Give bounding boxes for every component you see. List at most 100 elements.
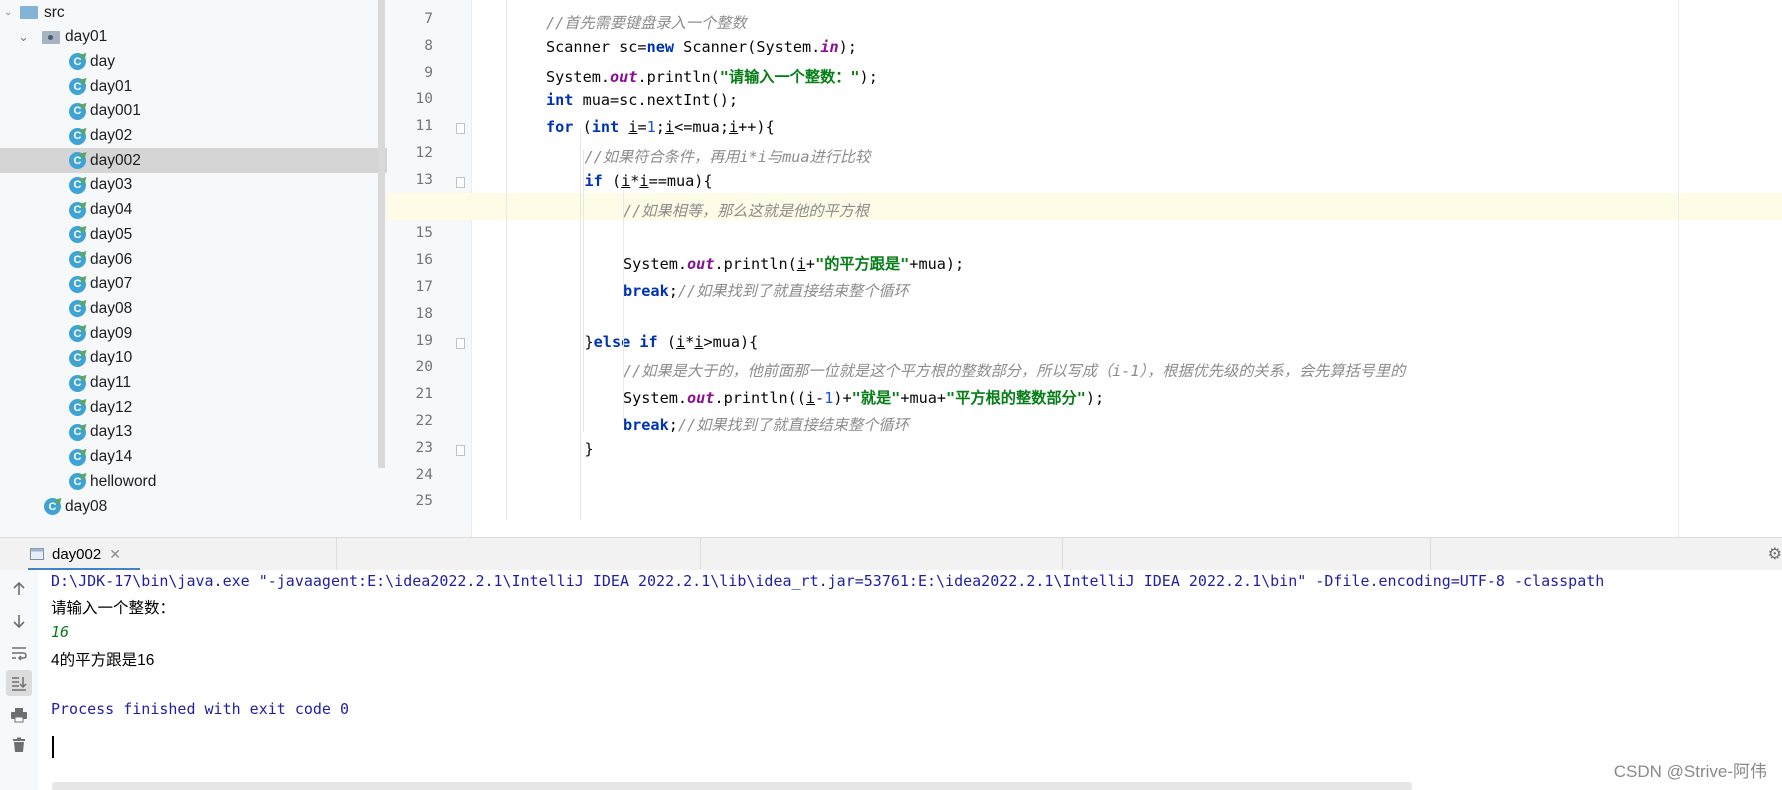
code-token: out	[687, 255, 715, 274]
code-text: //如果是大于的，他前面那一位就是这个平方根的整数部分，所以写成（i-1），根据…	[623, 359, 1405, 381]
chevron-down-icon[interactable]: ⌄	[4, 7, 14, 18]
scroll-to-end-icon[interactable]	[6, 670, 32, 696]
java-class-icon: C	[69, 226, 86, 244]
code-token: else if	[593, 332, 658, 351]
tree-item-src[interactable]: ⌄ src	[0, 0, 387, 25]
java-class-icon: C	[69, 300, 86, 318]
code-token: );	[1085, 389, 1105, 408]
close-icon[interactable]: ✕	[109, 546, 121, 563]
indent-guide	[580, 130, 581, 520]
tree-item-day07[interactable]: Cday07	[0, 272, 387, 297]
tree-item-day11[interactable]: Cday11	[0, 371, 387, 396]
tree-item-day03[interactable]: Cday03	[0, 173, 387, 198]
run-tab-label: day002	[52, 545, 102, 563]
code-text: break;//如果找到了就直接结束整个循环	[623, 413, 909, 435]
code-line[interactable]	[387, 407, 1782, 434]
code-token: if	[584, 171, 603, 190]
run-tab-day002[interactable]: day002 ✕	[22, 538, 129, 570]
code-token: "就是"	[851, 389, 901, 408]
code-token: i	[728, 118, 739, 137]
code-token: .println((	[714, 389, 806, 408]
code-token: out	[610, 67, 638, 86]
console-icon	[30, 548, 44, 560]
code-line[interactable]	[387, 461, 1782, 488]
code-token: break	[623, 416, 669, 434]
tree-item-label: day02	[90, 127, 133, 144]
java-class-icon: C	[69, 53, 86, 71]
tree-item-day14[interactable]: Cday14	[0, 445, 387, 470]
tree-item-label: day002	[90, 151, 141, 169]
code-token: i	[621, 171, 631, 190]
watermark: CSDN @Strive-阿伟	[1613, 762, 1767, 781]
tree-item-day02[interactable]: Cday02	[0, 124, 387, 149]
tab-separator	[1430, 538, 1431, 570]
indent-guide	[506, 0, 507, 520]
console-output[interactable]: D:\JDK-17\bin\java.exe "-javaagent:E:\id…	[38, 570, 1782, 790]
code-token: ;	[668, 282, 678, 300]
chevron-down-icon[interactable]: ⌄	[18, 29, 32, 45]
code-editor[interactable]: 78910111213141516171819202122232425 //首先…	[387, 0, 1782, 537]
code-token: i	[805, 389, 816, 408]
tree-item-label: day04	[90, 201, 133, 219]
tree-item-day002[interactable]: Cday002	[0, 148, 387, 174]
code-token: //首先需要键盘录入一个整数	[546, 14, 747, 32]
code-token: "请输入一个整数："	[719, 67, 860, 86]
tree-item-label: day05	[90, 225, 133, 243]
arrow-down-icon[interactable]	[6, 608, 32, 634]
tree-item-label: day08	[90, 299, 133, 317]
code-line[interactable]	[387, 219, 1782, 246]
print-icon[interactable]	[6, 702, 32, 728]
code-line[interactable]	[387, 434, 1782, 461]
text-caret	[52, 736, 54, 758]
code-text: if (i*i==mua){	[585, 172, 713, 190]
indent-guide	[583, 150, 584, 432]
tree-item-day001[interactable]: Cday001	[0, 99, 387, 124]
code-line[interactable]	[387, 487, 1782, 514]
code-token: //如果相等，那么这就是他的平方根	[623, 201, 870, 220]
soft-wrap-icon[interactable]	[6, 640, 32, 666]
tree-item-day01[interactable]: ⌄ day01	[0, 25, 387, 50]
tree-item-label: day09	[90, 324, 133, 342]
code-token: =	[637, 118, 647, 137]
tree-item-day[interactable]: Cday	[0, 49, 387, 74]
arrow-up-icon[interactable]	[6, 576, 32, 602]
code-token: );	[859, 67, 878, 86]
code-token: }	[584, 332, 594, 351]
code-token: (	[657, 332, 676, 351]
tree-item-day06[interactable]: Cday06	[0, 247, 387, 272]
code-line[interactable]	[387, 273, 1782, 300]
code-token: break	[623, 282, 669, 300]
tree-scrollbar[interactable]	[378, 0, 385, 468]
tree-item-day13[interactable]: Cday13	[0, 420, 387, 445]
java-class-icon: C	[44, 498, 61, 515]
code-line[interactable]	[387, 246, 1782, 273]
indent-guide	[623, 190, 624, 420]
java-class-icon: C	[69, 102, 86, 120]
java-class-icon: C	[69, 399, 86, 417]
settings-gear-icon[interactable]: ⚙	[1768, 544, 1782, 563]
tab-separator	[700, 538, 701, 570]
tree-item-label: day11	[90, 374, 132, 391]
tree-item-day05[interactable]: Cday05	[0, 222, 387, 247]
tree-item-label: helloword	[90, 472, 157, 490]
code-token: ;	[655, 118, 665, 137]
tree-item-day04[interactable]: Cday04	[0, 198, 387, 223]
tree-item-day08[interactable]: Cday08	[0, 296, 387, 321]
java-class-icon: C	[69, 251, 86, 268]
trash-icon[interactable]	[6, 732, 32, 758]
tree-item-day09[interactable]: Cday09	[0, 321, 387, 346]
code-token: in	[820, 37, 839, 56]
tree-item-day12[interactable]: Cday12	[0, 395, 387, 420]
code-text: int mua=sc.nextInt();	[546, 91, 738, 109]
code-line[interactable]	[387, 300, 1782, 327]
tree-item-day08[interactable]: Cday08	[0, 494, 387, 519]
tree-item-helloword[interactable]: Chelloword	[0, 469, 387, 494]
run-toolbar	[0, 570, 39, 790]
horizontal-scrollbar[interactable]	[52, 782, 1412, 790]
java-class-icon: C	[69, 201, 86, 219]
tree-item-day01[interactable]: Cday01	[0, 74, 387, 99]
code-text: //如果符合条件，再用i*i与mua进行比较	[585, 145, 871, 167]
code-line[interactable]	[387, 192, 1782, 220]
java-class-icon: C	[69, 325, 86, 343]
tree-item-day10[interactable]: Cday10	[0, 346, 387, 371]
